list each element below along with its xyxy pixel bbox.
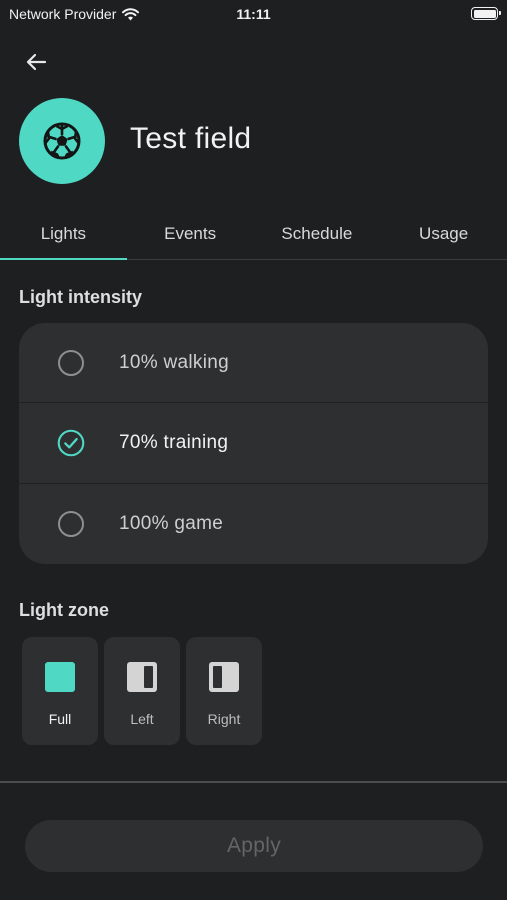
- zone-full-button[interactable]: Full: [22, 637, 98, 745]
- zone-label: Right: [207, 711, 241, 727]
- page-title: Test field: [130, 122, 252, 155]
- tab-lights[interactable]: Lights: [0, 210, 127, 260]
- apply-button[interactable]: Apply: [25, 820, 483, 872]
- arrow-left-icon: [26, 53, 47, 71]
- light-zone-title: Light zone: [19, 600, 109, 620]
- radio-unchecked-icon[interactable]: [57, 349, 85, 377]
- radio-unchecked-icon[interactable]: [57, 510, 85, 538]
- tab-events[interactable]: Events: [127, 210, 254, 259]
- intensity-option-label: 100% game: [119, 512, 224, 534]
- zone-right-icon: [209, 662, 239, 692]
- status-time: 11:11: [236, 6, 271, 22]
- intensity-option-label: 70% training: [119, 431, 229, 453]
- zone-right-button[interactable]: Right: [186, 637, 262, 745]
- tab-usage[interactable]: Usage: [380, 210, 507, 259]
- zone-label: Left: [130, 711, 154, 727]
- radio-checked-icon[interactable]: [57, 429, 85, 457]
- footer-divider: [0, 781, 507, 783]
- tab-bar: Lights Events Schedule Usage: [0, 210, 507, 260]
- field-avatar: [19, 98, 105, 184]
- status-bar: Network Provider 11:11: [0, 0, 507, 28]
- zone-full-icon: [45, 662, 75, 692]
- intensity-option-game[interactable]: 100% game: [19, 484, 488, 564]
- zone-label: Full: [48, 711, 72, 727]
- intensity-option-walking[interactable]: 10% walking: [19, 323, 488, 404]
- light-intensity-options: 10% walking 70% training 100% game: [19, 323, 488, 564]
- intensity-option-training[interactable]: 70% training: [19, 403, 488, 484]
- intensity-option-label: 10% walking: [119, 351, 229, 373]
- zone-left-icon: [127, 662, 157, 692]
- zone-left-button[interactable]: Left: [104, 637, 180, 745]
- battery-icon: [471, 7, 501, 20]
- soccer-ball-icon: [43, 122, 81, 160]
- back-button[interactable]: [20, 46, 52, 78]
- tab-schedule[interactable]: Schedule: [254, 210, 381, 259]
- light-intensity-title: Light intensity: [19, 287, 142, 307]
- light-zone-options: Full Left Right: [22, 637, 262, 745]
